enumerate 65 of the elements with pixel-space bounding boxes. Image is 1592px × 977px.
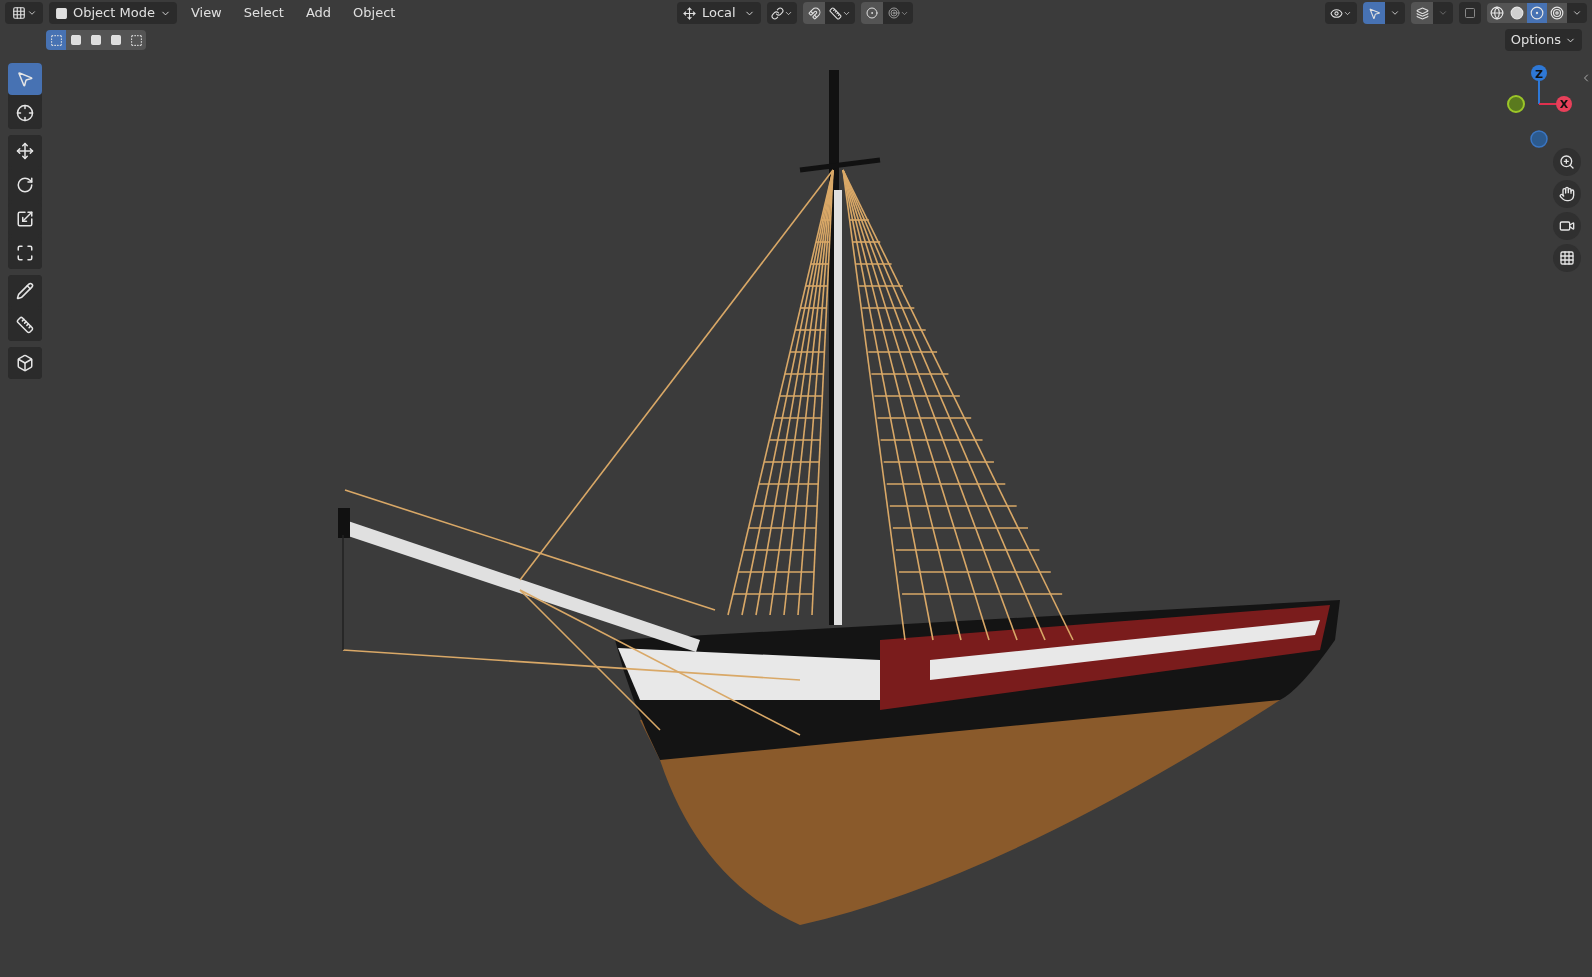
zoom-button[interactable] [1553, 148, 1581, 176]
grid-icon [1559, 250, 1575, 266]
selection-mode-button[interactable] [126, 30, 146, 50]
menu-item[interactable]: Add [297, 2, 340, 24]
dot-circle-icon [866, 7, 878, 19]
gizmo-toggle-button[interactable] [1363, 2, 1385, 24]
rendered-shading-button[interactable] [1547, 3, 1567, 23]
ruler-icon [829, 6, 842, 20]
perspective-toggle-button[interactable] [1553, 244, 1581, 272]
eye-icon [1330, 6, 1343, 20]
crosshair-icon [16, 104, 34, 122]
mode-dropdown[interactable]: Object Mode [49, 2, 177, 24]
layers-icon [1415, 6, 1429, 20]
pointer-icon [16, 70, 34, 88]
magnet-icon [807, 6, 821, 20]
menu-item[interactable]: Object [345, 2, 404, 24]
camera-view-button[interactable] [1553, 212, 1581, 240]
add-cube-tool-button[interactable] [8, 347, 42, 379]
dashed-square-icon [49, 33, 63, 47]
square-icon [70, 34, 82, 46]
menu-item[interactable]: Select [235, 2, 292, 24]
pivot-point-button[interactable] [767, 2, 797, 24]
link-icon [771, 6, 784, 20]
square-icon [1464, 7, 1476, 19]
solid-sphere-icon [1510, 6, 1524, 20]
pointer-icon [1367, 6, 1381, 20]
caret-icon [26, 8, 37, 18]
material-sphere-icon [1530, 6, 1544, 20]
transform-orientation-dropdown[interactable]: Local [677, 2, 761, 24]
ruler-icon [16, 316, 34, 334]
caret-icon [1572, 8, 1582, 18]
grid-icon [11, 6, 26, 20]
wireframe-shading-button[interactable] [1487, 3, 1507, 23]
camera-icon [1559, 218, 1575, 234]
caret-icon [1438, 8, 1448, 18]
move-arrows-icon [16, 142, 34, 160]
solid-shading-button[interactable] [1507, 3, 1527, 23]
navigation-gizmo-drawing[interactable]: Z X [1507, 65, 1572, 148]
falloff-button[interactable] [883, 2, 913, 24]
snap-magnet-button[interactable] [803, 2, 825, 24]
selection-mode-button[interactable] [46, 30, 66, 50]
wireframe-sphere-icon [1490, 6, 1504, 20]
xray-button[interactable] [1459, 2, 1481, 24]
options-dropdown[interactable]: Options [1504, 29, 1582, 51]
snap-target-button[interactable] [825, 2, 855, 24]
square-icon [55, 6, 68, 20]
visibility-button[interactable] [1325, 2, 1357, 24]
dashed-square-icon [129, 33, 143, 47]
pan-button[interactable] [1553, 180, 1581, 208]
editor-type-button[interactable] [5, 2, 43, 24]
caret-icon [1390, 8, 1400, 18]
proportional-editing-button[interactable] [861, 2, 883, 24]
hand-icon [1559, 186, 1575, 202]
magnifier-icon [1559, 154, 1575, 170]
material-shading-button[interactable] [1527, 3, 1547, 23]
select-tool-button[interactable] [8, 63, 42, 95]
overlays-button[interactable] [1411, 2, 1433, 24]
menu-item[interactable]: View [182, 2, 230, 24]
cube-icon [16, 354, 34, 372]
square-icon [90, 34, 102, 46]
scale-icon [16, 210, 34, 228]
rotate-icon [16, 176, 34, 194]
pencil-icon [16, 282, 34, 300]
selection-mode-button[interactable] [66, 30, 86, 50]
square-icon [110, 34, 122, 46]
